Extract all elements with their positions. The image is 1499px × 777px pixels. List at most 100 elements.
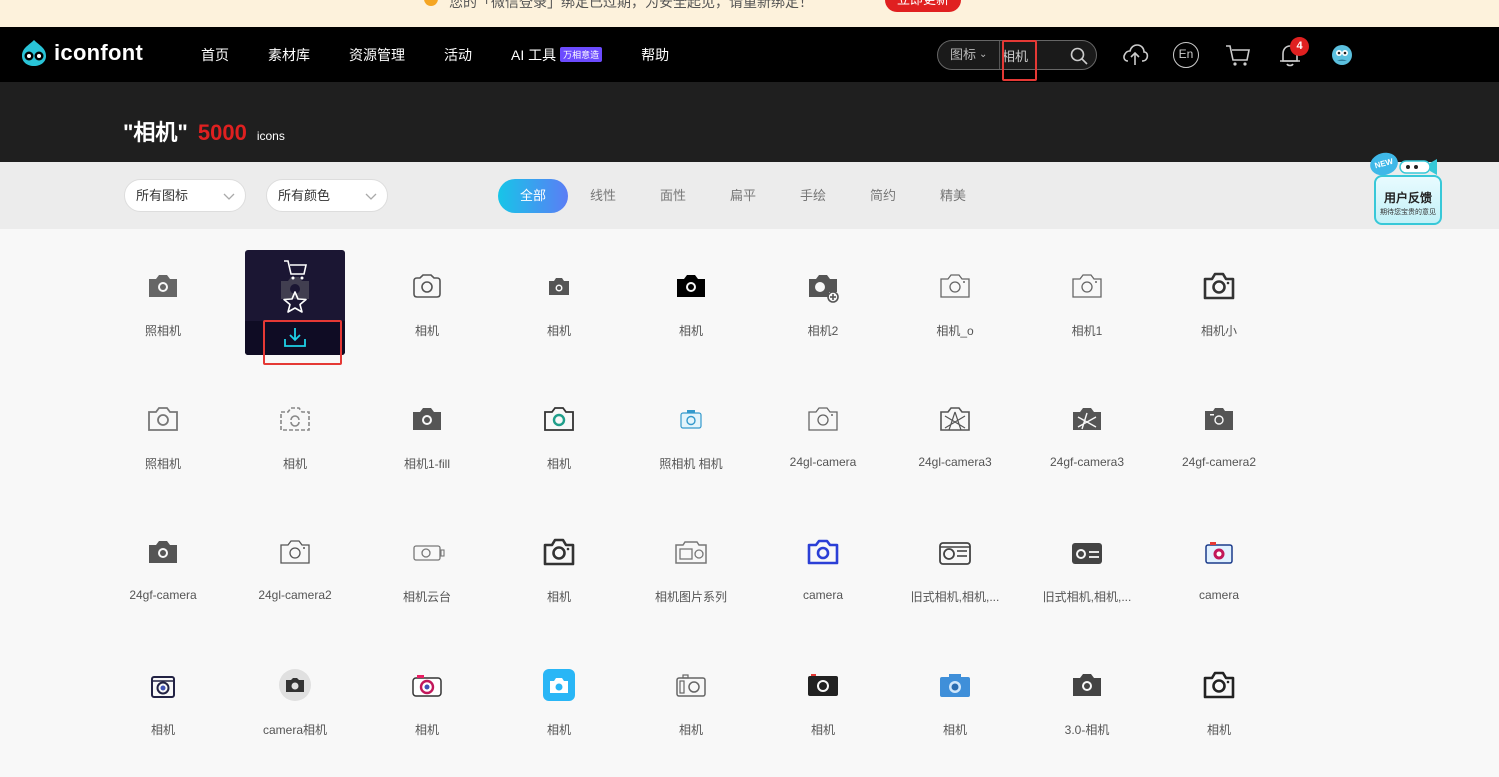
icon-card[interactable]: 相机	[361, 649, 493, 754]
icon-card[interactable]: 旧式相机,相机,...	[1021, 516, 1153, 621]
icon-name: 24gl-camera	[789, 455, 857, 469]
icon-card[interactable]: 相机2	[757, 250, 889, 355]
tab-fill[interactable]: 面性	[638, 179, 708, 213]
camera-icon	[1203, 671, 1235, 699]
icon-card[interactable]: 旧式相机,相机,...	[889, 516, 1021, 621]
icon-card[interactable]: 照相机	[97, 383, 229, 488]
icon-name: 相机图片系列	[654, 590, 727, 604]
icon-card[interactable]: 24gl-camera3	[889, 383, 1021, 488]
camera-icon	[149, 275, 177, 297]
icon-card[interactable]: 3.0-相机	[1021, 649, 1153, 754]
icon-name: 旧式相机,相机,...	[910, 590, 1000, 604]
nav-help[interactable]: 帮助	[641, 45, 669, 65]
icon-name: 相机	[1206, 723, 1231, 737]
camera-icon	[940, 274, 970, 298]
feedback-subtitle: 期待您宝贵的意见	[1380, 209, 1436, 216]
icon-card[interactable]: 照相机	[97, 250, 229, 355]
icon-name: 相机	[810, 723, 835, 737]
icon-card[interactable]: 相机	[493, 649, 625, 754]
nav-resources[interactable]: 资源管理	[349, 45, 405, 65]
tab-simple[interactable]: 简约	[848, 179, 918, 213]
icon-card[interactable]: 24gf-camera	[97, 516, 229, 621]
tab-flat[interactable]: 扁平	[708, 179, 778, 213]
icon-card[interactable]: 24gl-camera	[757, 383, 889, 488]
icon-card[interactable]: 相机	[625, 649, 757, 754]
icon-card[interactable]: 相机	[625, 250, 757, 355]
camera-icon	[1205, 542, 1233, 564]
camera-icon	[808, 407, 838, 431]
icon-card[interactable]: 相机	[889, 649, 1021, 754]
feedback-card: 用户反馈 期待您宝贵的意见	[1374, 175, 1442, 225]
icon-name: 相机	[150, 723, 175, 737]
avatar[interactable]	[1328, 41, 1356, 69]
camera-icon	[543, 538, 575, 566]
nav-library[interactable]: 素材库	[268, 45, 310, 65]
add-to-cart-icon[interactable]	[282, 259, 308, 281]
icon-card[interactable]: camera	[1153, 516, 1285, 621]
search-type-select[interactable]: 图标 ⌄	[938, 41, 1000, 69]
top-nav: iconfont 首页 素材库 资源管理 活动 AI 工具 万相意造 帮助 图标 ⌄…	[0, 27, 1499, 82]
camera-icon	[1205, 408, 1233, 430]
icon-card[interactable]: 相机1	[1021, 250, 1153, 355]
icon-name: 照相机	[144, 457, 181, 471]
color-select[interactable]: 所有颜色	[266, 179, 388, 212]
main-nav: 首页 素材库 资源管理 活动 AI 工具 万相意造 帮助	[201, 27, 708, 82]
icon-type-select[interactable]: 所有图标	[124, 179, 246, 212]
camera-icon	[807, 539, 839, 565]
icon-card[interactable]: 相机	[97, 649, 229, 754]
icon-card[interactable]: 相机	[229, 383, 361, 488]
upload-icon[interactable]	[1121, 41, 1149, 69]
tab-exquisite[interactable]: 精美	[918, 179, 988, 213]
icon-card[interactable]: 相机	[361, 250, 493, 355]
icon-name: 相机	[546, 457, 571, 471]
camera-icon	[1072, 274, 1102, 298]
icon-name: 24gf-camera	[129, 588, 197, 602]
iconfont-logo-icon	[22, 40, 46, 66]
logo[interactable]: iconfont	[19, 38, 143, 68]
icon-card[interactable]: 相机	[757, 649, 889, 754]
icon-card[interactable]: 24gf-camera2	[1153, 383, 1285, 488]
cart-icon[interactable]	[1224, 41, 1252, 69]
nav-activity[interactable]: 活动	[444, 45, 472, 65]
icon-name: camera	[802, 588, 843, 602]
icon-card[interactable]: 相机	[493, 250, 625, 355]
icon-card[interactable]: 相机	[493, 516, 625, 621]
camera-icon	[413, 408, 441, 430]
camera-icon	[808, 674, 838, 696]
camera-icon	[412, 675, 442, 697]
icon-card[interactable]: 照相机 相机	[625, 383, 757, 488]
camera-icon	[148, 407, 178, 431]
feedback-widget[interactable]: 用户反馈 期待您宝贵的意见 NEW	[1367, 149, 1444, 229]
results-header: "相机" 5000 icons	[0, 82, 1499, 162]
icon-card[interactable]: 相机	[493, 383, 625, 488]
icon-card[interactable]: camera相机	[229, 649, 361, 754]
icon-card[interactable]: 相机	[1153, 649, 1285, 754]
language-icon[interactable]: En	[1173, 42, 1199, 68]
style-tabs: 全部 线性 面性 扁平 手绘 简约 精美	[498, 179, 988, 213]
warning-icon	[424, 0, 438, 6]
icon-name: 24gf-camera3	[1049, 455, 1125, 469]
nav-ai-tools[interactable]: AI 工具 万相意造	[511, 45, 603, 65]
icon-card[interactable]: 相机_o	[889, 250, 1021, 355]
icon-card[interactable]: 相机1-fill	[361, 383, 493, 488]
icon-card[interactable]: 24gl-camera2	[229, 516, 361, 621]
tab-line[interactable]: 线性	[568, 179, 638, 213]
icon-card[interactable]: 24gf-camera3	[1021, 383, 1153, 488]
icon-name: 相机	[414, 324, 439, 338]
icon-name: 3.0-相机	[1064, 723, 1110, 737]
icon-card[interactable]: 相机图片系列	[625, 516, 757, 621]
chevron-down-icon	[223, 193, 235, 200]
icon-card[interactable]: 相机云台	[361, 516, 493, 621]
update-button[interactable]: 立即更新	[885, 0, 961, 12]
icon-card[interactable]: 相机小	[1153, 250, 1285, 355]
icon-card[interactable]: camera	[757, 516, 889, 621]
icon-name: camera	[1198, 588, 1239, 602]
nav-ai-label: AI 工具	[511, 46, 557, 63]
camera-icon	[675, 541, 707, 564]
tab-all[interactable]: 全部	[498, 179, 568, 213]
nav-home[interactable]: 首页	[201, 45, 229, 65]
favorite-star-icon[interactable]	[282, 290, 308, 314]
search-icon[interactable]	[1069, 46, 1089, 66]
icon-name: 相机2	[807, 324, 839, 338]
tab-hand-drawn[interactable]: 手绘	[778, 179, 848, 213]
